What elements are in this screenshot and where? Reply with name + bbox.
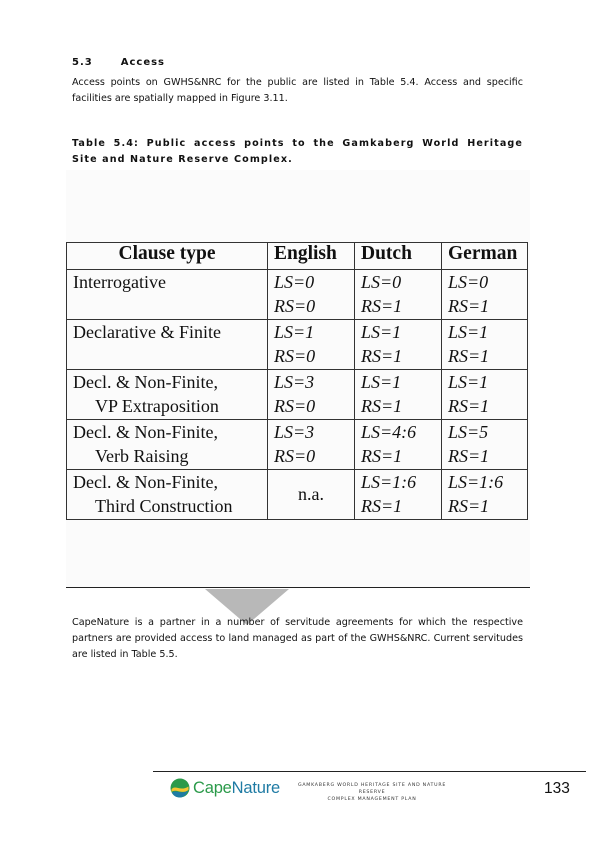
clause-cell: Declarative & Finite — [66, 319, 268, 370]
dutch-cell: LS=0 RS=1 — [354, 269, 442, 320]
page-number: 133 — [544, 780, 570, 797]
german-cell: LS=1 RS=1 — [441, 369, 528, 420]
ls-value: LS=4:6 — [361, 422, 417, 442]
ls-value: LS=0 — [361, 272, 402, 292]
servitude-paragraph: CapeNature is a partner in a number of s… — [72, 617, 523, 660]
rs-value: RS=1 — [361, 496, 403, 516]
ls-value: LS=1 — [274, 322, 315, 342]
footer-title-line: GAMKABERG WORLD HERITAGE SITE AND NATURE… — [297, 783, 447, 795]
english-cell: LS=0 RS=0 — [267, 269, 355, 320]
rs-value: RS=1 — [448, 296, 490, 316]
clause-line: Decl. & Non-Finite, — [73, 422, 218, 442]
english-cell: LS=1 RS=0 — [267, 319, 355, 370]
intro-paragraph: Access points on GWHS&NRC for the public… — [72, 77, 523, 104]
clause-cell: Decl. & Non-Finite, Third Construction — [66, 469, 268, 520]
table-row: Decl. & Non-Finite, Third Construction n.… — [66, 469, 528, 520]
section-heading: 5.3 Access — [72, 57, 165, 68]
clause-type-table: Clause type English Dutch German Interro… — [66, 242, 528, 520]
table-row: Decl. & Non-Finite, VP Extraposition LS=3… — [66, 369, 528, 420]
rs-value: RS=1 — [448, 346, 490, 366]
header-clause-type: Clause type — [66, 242, 268, 270]
rs-value: RS=1 — [448, 446, 490, 466]
ls-value: LS=1 — [361, 372, 402, 392]
english-cell: n.a. — [267, 469, 355, 520]
footer-document-title: GAMKABERG WORLD HERITAGE SITE AND NATURE… — [285, 782, 459, 803]
english-cell: LS=3 RS=0 — [267, 369, 355, 420]
clause-line: Third Construction — [95, 496, 233, 516]
logo-text-nature: Nature — [231, 778, 281, 797]
rs-value: RS=1 — [361, 296, 403, 316]
german-cell: LS=1 RS=1 — [441, 319, 528, 370]
clause-line: Declarative & Finite — [73, 322, 221, 342]
ls-value: LS=5 — [448, 422, 489, 442]
table-row: Decl. & Non-Finite, Verb Raising LS=3 RS=0… — [66, 419, 528, 470]
logo-text-cape: Cape — [193, 778, 232, 797]
ls-value: LS=1:6 — [448, 472, 504, 492]
clause-cell: Decl. & Non-Finite, Verb Raising — [66, 419, 268, 470]
rs-value: RS=1 — [361, 446, 403, 466]
ls-value: LS=0 — [448, 272, 489, 292]
german-cell: LS=5 RS=1 — [441, 419, 528, 470]
clause-line: Verb Raising — [95, 446, 189, 466]
rs-value: RS=1 — [361, 396, 403, 416]
footer-rule — [153, 771, 586, 772]
header-german: German — [441, 242, 528, 270]
dutch-cell: LS=1 RS=1 — [354, 369, 442, 420]
footer-title-line: COMPLEX MANAGEMENT PLAN — [327, 797, 417, 802]
clause-line: Decl. & Non-Finite, — [73, 372, 218, 392]
section-number: 5.3 — [72, 57, 93, 68]
table-row: Interrogative LS=0 RS=0 LS=0 RS=1 LS=0 RS=1 — [66, 269, 528, 320]
ls-value: LS=1 — [448, 372, 489, 392]
logo-text: CapeNature — [193, 779, 280, 798]
rs-value: RS=0 — [274, 346, 316, 366]
not-applicable-value: n.a. — [298, 484, 324, 504]
header-english: English — [267, 242, 355, 270]
ls-value: LS=3 — [274, 372, 315, 392]
dutch-cell: LS=4:6 RS=1 — [354, 419, 442, 470]
german-cell: LS=1:6 RS=1 — [441, 469, 528, 520]
header-dutch: Dutch — [354, 242, 442, 270]
rs-value: RS=1 — [361, 346, 403, 366]
ls-value: LS=0 — [274, 272, 315, 292]
clause-cell: Decl. & Non-Finite, VP Extraposition — [66, 369, 268, 420]
ls-value: LS=1 — [361, 322, 402, 342]
rs-value: RS=0 — [274, 396, 316, 416]
table-caption: Table 5.4: Public access points to the G… — [72, 138, 523, 165]
dutch-cell: LS=1:6 RS=1 — [354, 469, 442, 520]
rs-value: RS=0 — [274, 296, 316, 316]
ls-value: LS=3 — [274, 422, 315, 442]
table-row: Declarative & Finite LS=1 RS=0 LS=1 RS=1 L… — [66, 319, 528, 370]
table-header-row: Clause type English Dutch German — [66, 242, 528, 270]
ls-value: LS=1:6 — [361, 472, 417, 492]
german-cell: LS=0 RS=1 — [441, 269, 528, 320]
capenature-logo: CapeNature — [170, 777, 280, 799]
english-cell: LS=3 RS=0 — [267, 419, 355, 470]
dutch-cell: LS=1 RS=1 — [354, 319, 442, 370]
rs-value: RS=1 — [448, 496, 490, 516]
rs-value: RS=0 — [274, 446, 316, 466]
clause-cell: Interrogative — [66, 269, 268, 320]
rs-value: RS=1 — [448, 396, 490, 416]
section-title: Access — [120, 57, 165, 68]
clause-line: Decl. & Non-Finite, — [73, 472, 218, 492]
clause-line: Interrogative — [73, 272, 166, 292]
clause-line: VP Extraposition — [95, 396, 219, 416]
figure-bottom-rule — [66, 587, 530, 588]
capenature-logo-icon — [170, 778, 190, 798]
ls-value: LS=1 — [448, 322, 489, 342]
